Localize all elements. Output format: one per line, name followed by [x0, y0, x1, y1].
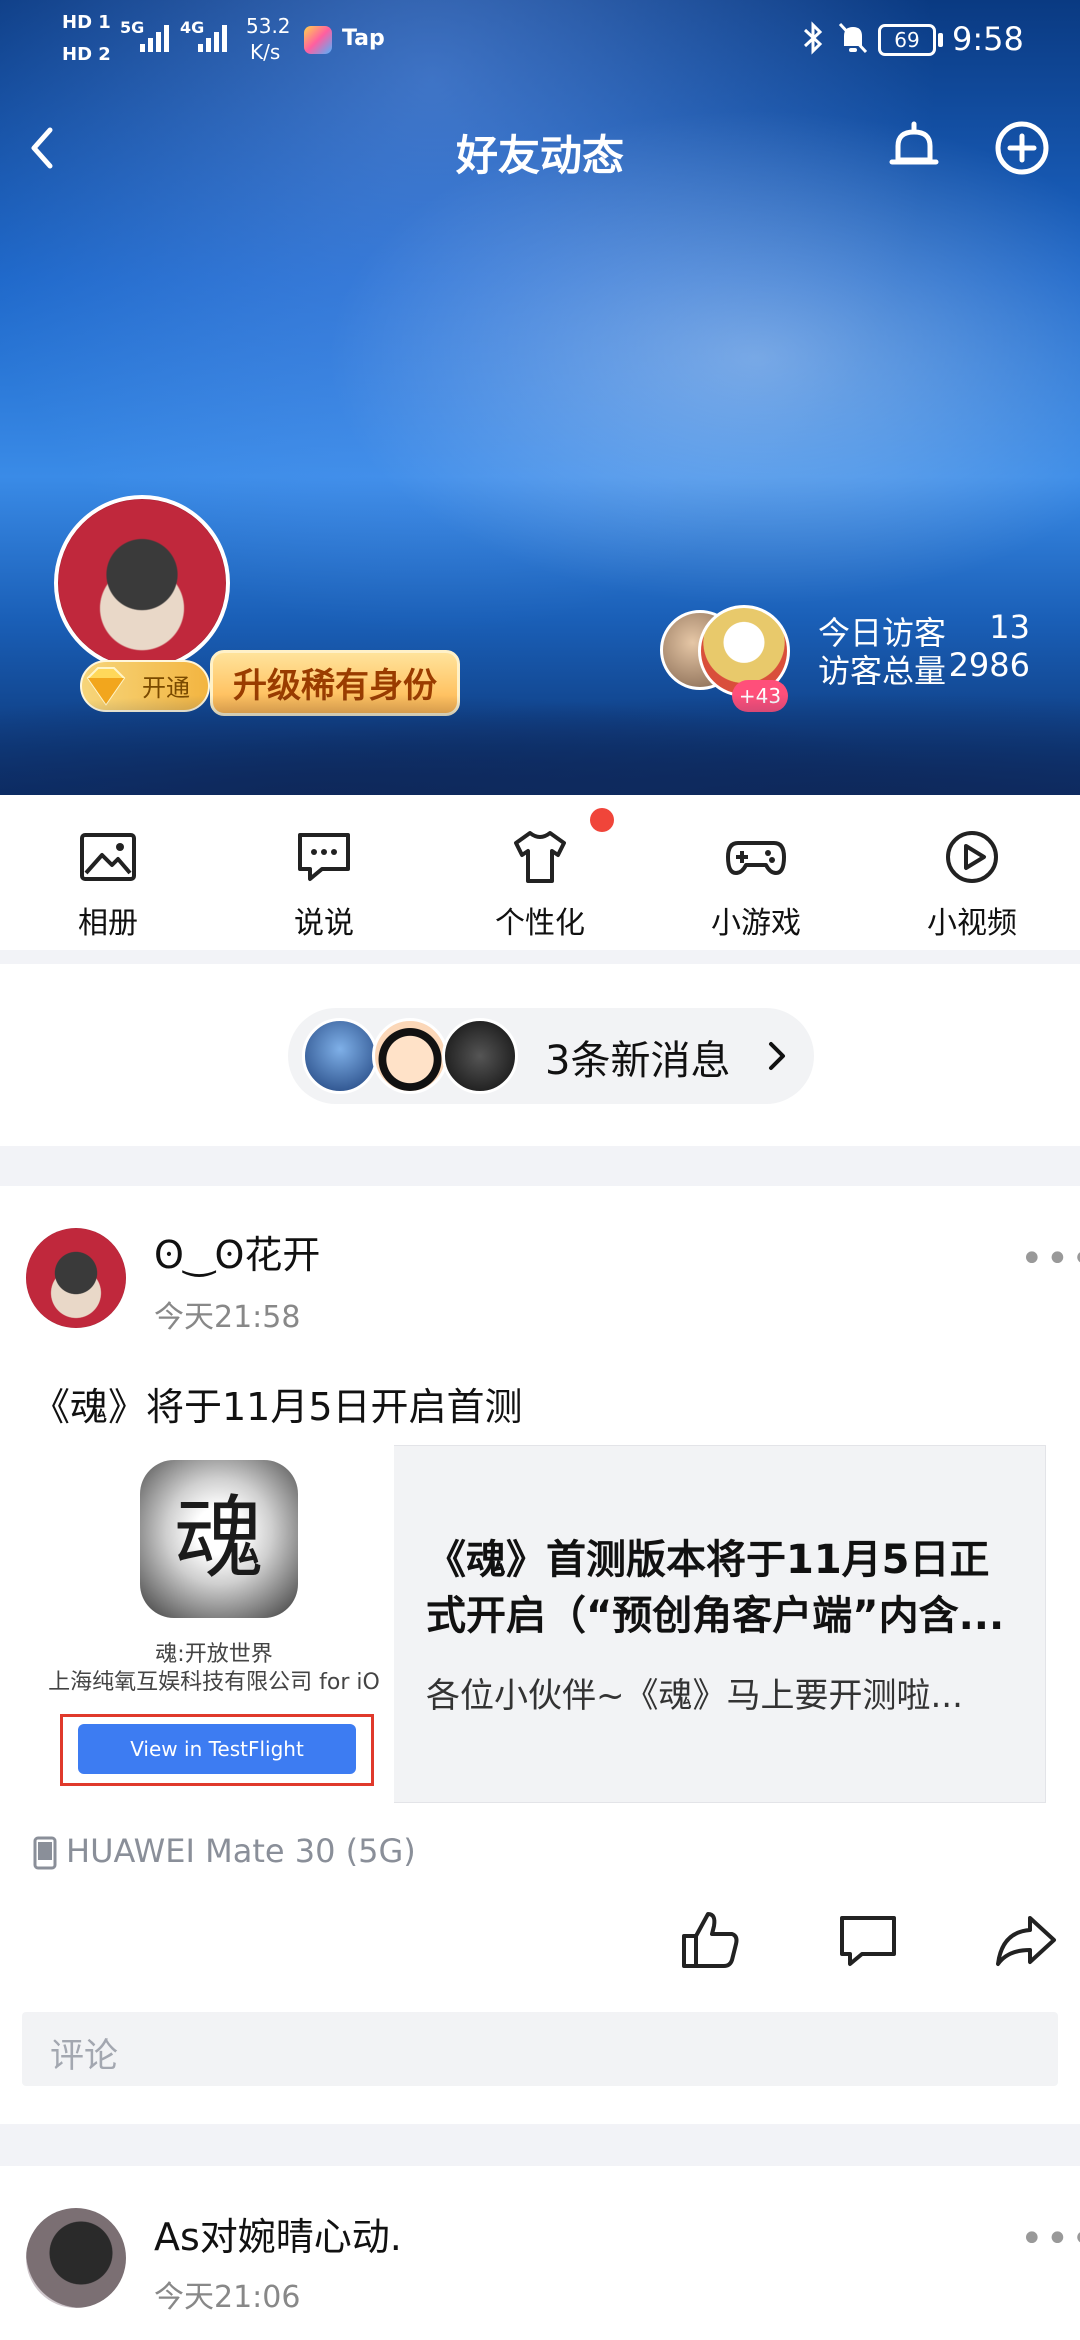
share-button[interactable] [994, 1908, 1058, 1972]
total-visitors-value: 2986 [948, 646, 1030, 684]
status-hd1: HD 1 [62, 12, 111, 33]
divider [0, 950, 1080, 964]
profile-header: HD 1 HD 2 5G 4G 53.2 K/s Tap 69 9:58 好友动… [0, 0, 1080, 795]
battery-tip [938, 33, 943, 47]
shortcut-label: 小游戏 [711, 906, 801, 941]
image-icon [80, 833, 136, 881]
post-time: 今天21:58 [154, 1300, 301, 1335]
post-author-name[interactable]: ʘ‿ʘ花开 [154, 1224, 320, 1279]
bell-icon [889, 121, 939, 165]
shortcut-bar: 相册 说说 个性化 小游戏 小视频 [0, 795, 1080, 950]
battery-level: 69 [894, 28, 920, 52]
more-options-button[interactable]: ••• [1020, 1236, 1080, 1282]
new-messages-label: 3条新消息 [545, 1038, 731, 1084]
total-visitors-label: 访客总量 [818, 652, 947, 690]
more-options-button[interactable]: ••• [1020, 2216, 1080, 2262]
bluetooth-icon [803, 21, 823, 55]
post-author-avatar[interactable] [26, 1228, 126, 1328]
gamepad-icon [726, 841, 786, 875]
message-avatar [442, 1018, 518, 1094]
shortcut-personalize[interactable]: 个性化 [432, 795, 648, 950]
shortcut-label: 说说 [294, 906, 354, 941]
profile-avatar[interactable] [54, 495, 230, 671]
message-avatar [302, 1018, 378, 1094]
visitor-more-badge: +43 [732, 680, 788, 712]
share-arrow-icon [996, 1916, 1056, 1966]
comment-button[interactable] [836, 1908, 900, 1972]
shortcut-album[interactable]: 相册 [0, 795, 216, 950]
tshirt-icon [514, 831, 566, 883]
net-speed-value: 53.2 [246, 14, 291, 38]
new-indicator-dot [590, 808, 614, 832]
divider [0, 1146, 1080, 1186]
phone-icon [33, 1836, 57, 1870]
mute-bell-icon [838, 22, 868, 54]
add-post-button[interactable] [992, 118, 1052, 178]
upgrade-identity-button[interactable]: 升级稀有身份 [210, 650, 460, 716]
post-author-name[interactable]: As对婉晴心动. [154, 2206, 402, 2261]
comment-icon [840, 1916, 896, 1966]
post-content: 《魂》将于11月5日开启首测 [32, 1385, 523, 1429]
message-avatar [372, 1018, 448, 1094]
divider [0, 2124, 1080, 2166]
shortcut-label: 个性化 [495, 906, 585, 941]
card-title: 《魂》首测版本将于11月5日正式开启（“预创角客户端”内含... [426, 1537, 1005, 1639]
signal-icon [140, 25, 169, 52]
comment-input[interactable] [22, 2012, 1058, 2086]
card-description: 各位小伙伴~《魂》马上要开测啦... [426, 1676, 963, 1716]
tap-label: Tap [342, 26, 385, 51]
shortcut-label: 小视频 [927, 906, 1017, 941]
shortcut-minigame[interactable]: 小游戏 [648, 795, 864, 950]
notifications-button[interactable] [884, 118, 944, 178]
today-visitors-value: 13 [989, 608, 1030, 646]
post-time: 今天21:06 [154, 2280, 301, 2315]
device-label: HUAWEI Mate 30 (5G) [66, 1832, 416, 1870]
battery-icon: 69 [878, 24, 936, 56]
more-dots-icon: ••• [1020, 2216, 1080, 2262]
shortcut-shortvideo[interactable]: 小视频 [864, 795, 1080, 950]
plus-circle-icon [995, 121, 1049, 175]
app-icon: 魂 [140, 1460, 298, 1618]
status-hd2: HD 2 [62, 44, 111, 65]
play-circle-icon [946, 831, 998, 883]
testflight-button[interactable]: View in TestFlight [78, 1724, 356, 1774]
post-author-avatar[interactable] [26, 2208, 126, 2308]
clock: 9:58 [952, 20, 1024, 58]
signal-icon-2 [198, 25, 227, 52]
net-speed-unit: K/s [250, 40, 281, 64]
chat-bubble-icon [298, 833, 350, 881]
chevron-right-icon [769, 1042, 785, 1070]
shortcut-label: 相册 [78, 906, 138, 941]
more-dots-icon: ••• [1020, 1236, 1080, 1282]
visitor-avatar[interactable] [698, 605, 790, 697]
comment-placeholder: 评论 [50, 2036, 118, 2076]
like-button[interactable] [678, 1908, 742, 1972]
app-company: 上海纯氧互娱科技有限公司 for iO [48, 1670, 380, 1695]
thumbs-up-icon [682, 1912, 739, 1968]
shortcut-shuoshuo[interactable]: 说说 [216, 795, 432, 950]
diamond-icon [86, 667, 126, 706]
tap-app-icon [304, 26, 332, 54]
